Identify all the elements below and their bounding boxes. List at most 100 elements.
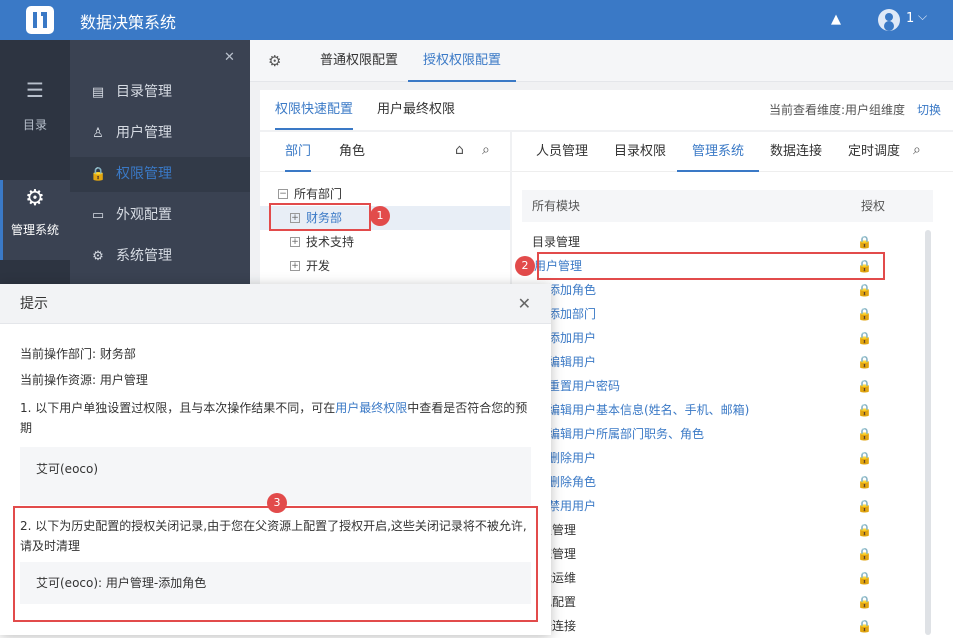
unlock-icon[interactable]: 🔒 [857, 374, 872, 398]
submenu-item-catalog[interactable]: ▤ 目录管理 [70, 75, 250, 110]
module-label: 禁用用户 [548, 499, 597, 513]
tab-catalog-permission[interactable]: 目录权限 [614, 132, 666, 172]
settings-gear-icon[interactable]: ⚙ [268, 40, 281, 82]
dialog-title: 提示 [20, 296, 48, 312]
module-row[interactable]: 智能运维 🔒 [522, 566, 933, 590]
search-icon[interactable]: ⌕ [913, 142, 921, 158]
unlock-icon[interactable]: 🔒 [857, 494, 872, 518]
lock-icon: 🔒 [90, 167, 107, 182]
dialog-resource: 当前操作资源: 用户管理 [20, 373, 148, 387]
module-label: 编辑用户基本信息(姓名、手机、邮箱) [548, 403, 750, 417]
lock-icon[interactable]: 🔒 [857, 590, 872, 614]
user-icon: ♙ [92, 126, 104, 141]
nav-label: 管理系统 [10, 223, 59, 237]
module-row[interactable]: 目录管理 🔒 [522, 230, 933, 254]
unlock-icon[interactable]: 🔒 [857, 470, 872, 494]
module-row[interactable]: 删除角色 🔒 [522, 470, 933, 494]
tab-normal-permission[interactable]: 普通权限配置 [320, 40, 398, 82]
submenu-item-users[interactable]: ♙ 用户管理 [70, 116, 250, 151]
module-tabs: 人员管理 目录权限 管理系统 数据连接 定时调度 ⌕ [512, 132, 953, 172]
expand-icon[interactable]: + [290, 261, 300, 271]
submenu-label: 权限管理 [116, 166, 172, 182]
app-logo [26, 6, 54, 34]
highlight-box-1 [269, 203, 371, 231]
col-modules: 所有模块 [532, 199, 581, 213]
nav-item-management[interactable]: ⚙ 管理系统 [0, 180, 70, 260]
submenu-item-permissions[interactable]: 🔒 权限管理 [70, 157, 250, 192]
unlock-icon[interactable]: 🔒 [857, 398, 872, 422]
tab-auth-permission[interactable]: 授权权限配置 [408, 40, 517, 82]
lock-icon[interactable]: 🔒 [857, 230, 872, 254]
module-label: 添加用户 [548, 331, 597, 345]
tab-dept[interactable]: 部门 [285, 132, 312, 172]
lock-icon[interactable]: 🔒 [857, 542, 872, 566]
avatar[interactable] [878, 9, 900, 31]
top-tabs: ⚙ 普通权限配置 授权权限配置 [250, 40, 953, 82]
tree-item-dev[interactable]: + 开发 [260, 254, 510, 278]
submenu-item-system[interactable]: ⚙ 系统管理 [70, 239, 250, 274]
module-row[interactable]: 删除用户 🔒 [522, 446, 933, 470]
unlock-icon[interactable]: 🔒 [857, 446, 872, 470]
module-row[interactable]: 编辑用户所属部门职务、角色 🔒 [522, 422, 933, 446]
module-row[interactable]: 添加部门 🔒 [522, 302, 933, 326]
submenu-label: 目录管理 [116, 84, 172, 100]
module-row[interactable]: 添加角色 🔒 [522, 278, 933, 302]
module-row[interactable]: 编辑用户 🔒 [522, 350, 933, 374]
chevron-down-icon[interactable]: ⌵ [918, 9, 927, 24]
module-label: 添加角色 [548, 283, 597, 297]
pin-icon[interactable]: ✕ [224, 50, 235, 65]
unlock-icon[interactable]: 🔒 [857, 350, 872, 374]
module-row[interactable]: 数据连接 🔒 [522, 614, 933, 638]
tree-label: 技术支持 [306, 235, 355, 249]
lock-icon[interactable]: 🔒 [857, 566, 872, 590]
user-final-link[interactable]: 用户最终权限 [335, 401, 407, 415]
tab-management-system[interactable]: 管理系统 [677, 132, 760, 172]
col-auth: 授权 [860, 199, 885, 213]
top-bar: 数据决策系统 ▲ 1 ⌵ [0, 0, 953, 40]
collapse-icon[interactable]: − [278, 189, 288, 199]
switch-link[interactable]: 切换 [917, 103, 941, 117]
expand-icon[interactable]: + [290, 237, 300, 247]
tree-label: 开发 [306, 259, 331, 273]
nav-item-catalog[interactable]: ☰ 目录 [0, 40, 70, 190]
module-row[interactable]: 权限管理 🔒 [522, 518, 933, 542]
dialog-dept: 当前操作部门: 财务部 [20, 347, 136, 361]
module-row[interactable]: 系统管理 🔒 [522, 542, 933, 566]
module-row[interactable]: 添加用户 🔒 [522, 326, 933, 350]
module-row[interactable]: 外观配置 🔒 [522, 590, 933, 614]
tab-personnel[interactable]: 人员管理 [536, 132, 588, 172]
submenu-label: 外观配置 [116, 207, 172, 223]
tab-schedule[interactable]: 定时调度 [848, 132, 900, 172]
module-row[interactable]: 重置用户密码 🔒 [522, 374, 933, 398]
tab-role[interactable]: 角色 [339, 132, 365, 172]
close-icon[interactable]: ✕ [518, 284, 531, 324]
module-row[interactable]: 编辑用户基本信息(姓名、手机、邮箱) 🔒 [522, 398, 933, 422]
lock-icon[interactable]: 🔒 [857, 614, 872, 638]
step-badge-1: 1 [370, 206, 390, 226]
nav-label: 目录 [22, 118, 47, 132]
unlock-icon[interactable]: 🔒 [857, 278, 872, 302]
highlight-box-2 [537, 252, 885, 280]
module-label: 编辑用户所属部门职务、角色 [548, 427, 705, 441]
bell-icon[interactable]: ▲ [828, 12, 844, 28]
module-label: 删除用户 [548, 451, 597, 465]
unlock-icon[interactable]: 🔒 [857, 326, 872, 350]
scrollbar[interactable] [925, 230, 931, 635]
module-row[interactable]: 禁用用户 🔒 [522, 494, 933, 518]
step-badge-3: 3 [267, 493, 287, 513]
tab-data-connection[interactable]: 数据连接 [770, 132, 822, 172]
submenu-label: 用户管理 [116, 125, 172, 141]
user-name[interactable]: 1 [906, 11, 914, 26]
tab-user-final[interactable]: 用户最终权限 [377, 90, 455, 130]
submenu-item-appearance[interactable]: ▭ 外观配置 [70, 198, 250, 233]
unlock-icon[interactable]: 🔒 [857, 302, 872, 326]
module-label: 重置用户密码 [548, 379, 621, 393]
home-icon[interactable]: ⌂ [455, 142, 464, 158]
tab-quick-config[interactable]: 权限快速配置 [275, 90, 354, 130]
lock-icon[interactable]: 🔒 [857, 518, 872, 542]
tree-item-tech[interactable]: + 技术支持 [260, 230, 510, 254]
search-icon[interactable]: ⌕ [482, 142, 490, 158]
dept-tabs: 部门 角色 ⌂ ⌕ [260, 132, 510, 172]
unlock-icon[interactable]: 🔒 [857, 422, 872, 446]
gear-icon: ⚙ [92, 249, 104, 264]
